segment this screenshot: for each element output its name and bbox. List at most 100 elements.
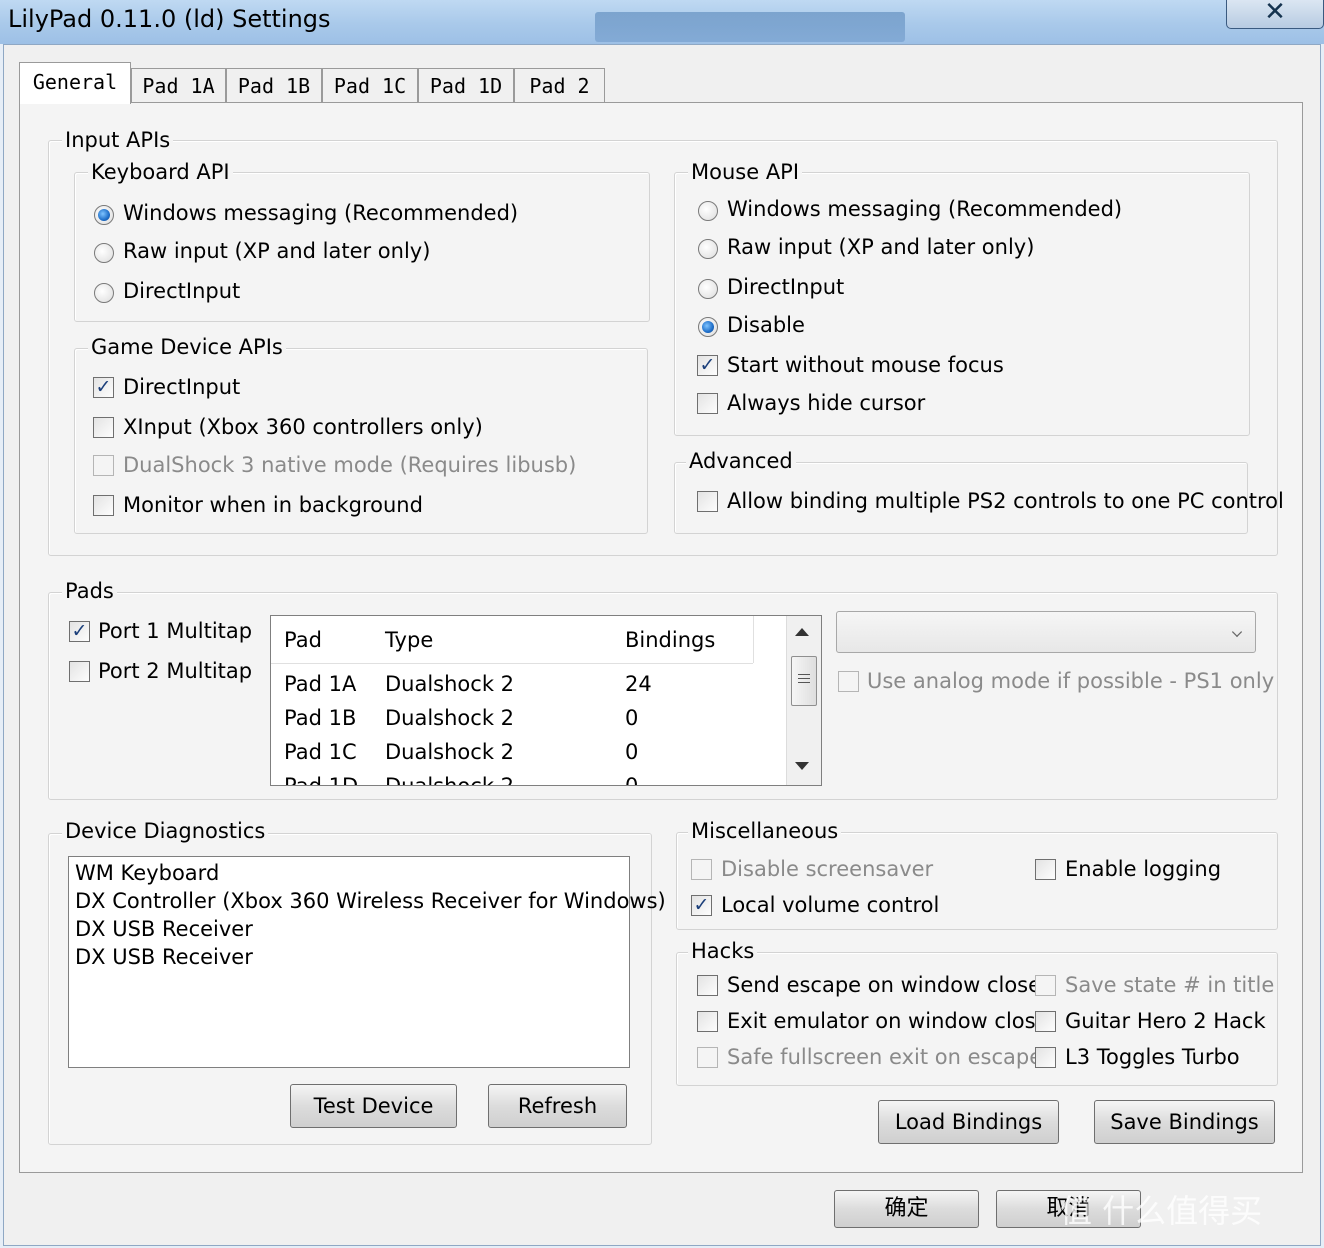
scroll-thumb[interactable]	[791, 656, 817, 706]
scroll-down-arrow-icon[interactable]	[795, 762, 809, 770]
pad-cell: Pad 1B	[284, 706, 357, 730]
bindings-cell: 0	[625, 774, 639, 786]
mouse-api-legend: Mouse API	[688, 160, 803, 184]
watermark-logo: 值 什么值得买	[1060, 1192, 1263, 1230]
guitar-hero-hack-checkbox[interactable]	[1035, 1011, 1056, 1032]
ok-button[interactable]: 确定	[834, 1190, 979, 1228]
safe-fullscreen-exit-checkbox	[697, 1047, 718, 1068]
header-divider	[753, 616, 754, 663]
pads-list[interactable]: Pad Type Bindings Pad 1A Dualshock 2 24 …	[270, 615, 822, 786]
header-separator	[271, 663, 753, 664]
test-device-button[interactable]: Test Device	[290, 1084, 457, 1128]
mouse-check-label: Start without mouse focus	[727, 353, 1004, 377]
hacks-check-label: Save state # in title	[1065, 973, 1275, 997]
keyboard-windows-messaging-radio[interactable]	[94, 205, 114, 225]
mouse-windows-messaging-radio[interactable]	[698, 201, 718, 221]
keyboard-option-label: DirectInput	[123, 279, 241, 303]
l3-toggles-turbo-checkbox[interactable]	[1035, 1047, 1056, 1068]
mouse-option-label: Disable	[727, 313, 805, 337]
start-without-mouse-focus-checkbox[interactable]: ✓	[697, 355, 718, 376]
game-device-option-label: DirectInput	[123, 375, 241, 399]
multitap-label: Port 1 Multitap	[98, 619, 253, 643]
column-header-type[interactable]: Type	[385, 628, 433, 652]
mouse-disable-radio[interactable]	[698, 317, 718, 337]
enable-logging-checkbox[interactable]	[1035, 859, 1056, 880]
pads-list-scrollbar[interactable]	[786, 616, 821, 785]
scroll-up-arrow-icon[interactable]	[795, 628, 809, 636]
list-item[interactable]: DX USB Receiver	[75, 945, 253, 969]
advanced-check-label: Allow binding multiple PS2 controls to o…	[727, 489, 1284, 513]
tab-pad-1d[interactable]: Pad 1D	[418, 68, 514, 102]
mouse-directinput-radio[interactable]	[698, 279, 718, 299]
hacks-check-label: L3 Toggles Turbo	[1065, 1045, 1240, 1069]
misc-check-label: Local volume control	[721, 893, 940, 917]
xinput-checkbox[interactable]	[93, 417, 114, 438]
type-cell: Dualshock 2	[385, 774, 515, 786]
tab-general[interactable]: General	[19, 62, 131, 104]
game-device-option-label: XInput (Xbox 360 controllers only)	[123, 415, 483, 439]
keyboard-option-label: Windows messaging (Recommended)	[123, 201, 519, 225]
tab-pad-1c[interactable]: Pad 1C	[322, 68, 418, 102]
list-item[interactable]: DX Controller (Xbox 360 Wireless Receive…	[75, 889, 666, 913]
title-bar: LilyPad 0.11.0 (ld) Settings ✕	[0, 0, 1324, 44]
type-cell: Dualshock 2	[385, 740, 515, 764]
analog-mode-label: Use analog mode if possible - PS1 only	[867, 669, 1275, 693]
dualshock3-checkbox	[93, 455, 114, 476]
column-header-pad[interactable]: Pad	[284, 628, 322, 652]
mouse-option-label: Windows messaging (Recommended)	[727, 197, 1123, 221]
keyboard-raw-input-radio[interactable]	[94, 243, 114, 263]
mouse-option-label: DirectInput	[727, 275, 845, 299]
port2-multitap-checkbox[interactable]	[69, 661, 90, 682]
send-escape-checkbox[interactable]	[697, 975, 718, 996]
pad-type-combo[interactable]	[836, 611, 1256, 653]
type-cell: Dualshock 2	[385, 706, 515, 730]
keyboard-option-label: Raw input (XP and later only)	[123, 239, 431, 263]
mouse-option-label: Raw input (XP and later only)	[727, 235, 1035, 259]
mouse-raw-input-radio[interactable]	[698, 239, 718, 259]
mouse-check-label: Always hide cursor	[727, 391, 926, 415]
bindings-cell: 0	[625, 740, 639, 764]
bindings-cell: 0	[625, 706, 639, 730]
column-header-bindings[interactable]: Bindings	[625, 628, 715, 652]
close-button[interactable]: ✕	[1226, 0, 1324, 29]
game-device-apis-legend: Game Device APIs	[88, 335, 286, 359]
pad-cell: Pad 1D	[284, 774, 359, 786]
game-device-option-label: Monitor when in background	[123, 493, 423, 517]
device-diagnostics-legend: Device Diagnostics	[62, 819, 269, 843]
pad-cell: Pad 1A	[284, 672, 357, 696]
hacks-check-label: Guitar Hero 2 Hack	[1065, 1009, 1266, 1033]
bindings-cell: 24	[625, 672, 652, 696]
monitor-background-checkbox[interactable]	[93, 495, 114, 516]
pad-cell: Pad 1C	[284, 740, 357, 764]
game-device-option-label: DualShock 3 native mode (Requires libusb…	[123, 453, 577, 477]
list-item[interactable]: WM Keyboard	[75, 861, 219, 885]
exit-emulator-checkbox[interactable]	[697, 1011, 718, 1032]
tab-pad-1b[interactable]: Pad 1B	[226, 68, 322, 102]
hacks-check-label: Safe fullscreen exit on escape	[727, 1045, 1043, 1069]
tab-pad-2[interactable]: Pad 2	[514, 68, 605, 102]
misc-check-label: Disable screensaver	[721, 857, 934, 881]
keyboard-api-legend: Keyboard API	[88, 160, 233, 184]
chevron-down-icon	[1231, 626, 1243, 638]
multitap-label: Port 2 Multitap	[98, 659, 253, 683]
analog-mode-checkbox	[838, 671, 859, 692]
game-directinput-checkbox[interactable]: ✓	[93, 377, 114, 398]
always-hide-cursor-checkbox[interactable]	[697, 393, 718, 414]
window-title: LilyPad 0.11.0 (ld) Settings	[8, 5, 331, 33]
tab-pad-1a[interactable]: Pad 1A	[131, 68, 226, 102]
advanced-legend: Advanced	[686, 449, 796, 473]
misc-check-label: Enable logging	[1065, 857, 1222, 881]
list-item[interactable]: DX USB Receiver	[75, 917, 253, 941]
device-list[interactable]: WM Keyboard DX Controller (Xbox 360 Wire…	[68, 856, 666, 1068]
save-bindings-button[interactable]: Save Bindings	[1094, 1100, 1275, 1144]
keyboard-directinput-radio[interactable]	[94, 283, 114, 303]
load-bindings-button[interactable]: Load Bindings	[878, 1100, 1059, 1144]
refresh-button[interactable]: Refresh	[488, 1084, 627, 1128]
allow-multiple-binding-checkbox[interactable]	[697, 491, 718, 512]
background-taskbar-blur	[595, 12, 905, 42]
port1-multitap-checkbox[interactable]: ✓	[69, 621, 90, 642]
disable-screensaver-checkbox	[691, 859, 712, 880]
hacks-check-label: Send escape on window close	[727, 973, 1042, 997]
local-volume-control-checkbox[interactable]: ✓	[691, 895, 712, 916]
hacks-check-label: Exit emulator on window close	[727, 1009, 1049, 1033]
